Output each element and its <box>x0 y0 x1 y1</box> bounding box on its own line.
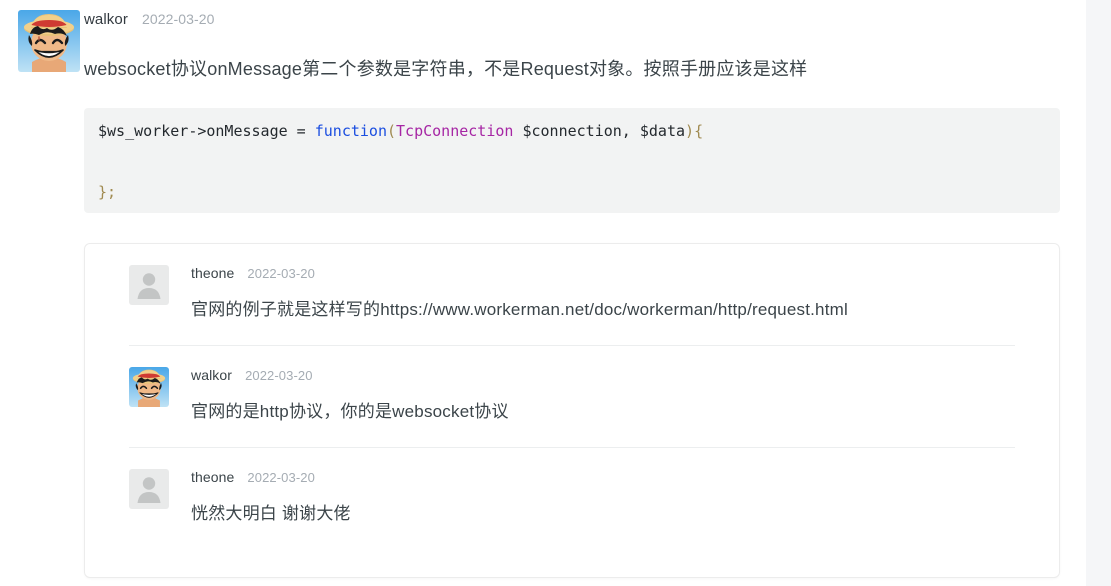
comment-body-text: 官网的是http协议，你的是websocket协议 <box>191 402 509 421</box>
comment-body-text: 官网的例子就是这样写的https://www.workerman.net/doc… <box>191 300 848 319</box>
comment-header: theone 2022-03-20 <box>191 265 1015 284</box>
luffy-avatar-icon[interactable] <box>18 10 80 72</box>
comment-item: walkor 2022-03-20 官网的是http协议，你的是websocke… <box>129 345 1015 447</box>
code-token-arrow: -> <box>188 122 207 140</box>
luffy-avatar-icon[interactable] <box>129 367 169 407</box>
code-line-1: $ws_worker->onMessage = function(TcpConn… <box>98 121 1046 142</box>
comment-item: theone 2022-03-20 官网的例子就是这样写的https://www… <box>129 244 1015 345</box>
comment-date: 2022-03-20 <box>247 266 315 281</box>
code-token-open-brace: { <box>694 122 704 140</box>
default-user-avatar-icon[interactable] <box>129 265 169 305</box>
code-block[interactable]: $ws_worker->onMessage = function(TcpConn… <box>84 108 1060 213</box>
post-date: 2022-03-20 <box>141 11 215 27</box>
code-token-type: TcpConnection <box>396 122 514 140</box>
code-token-method: onMessage <box>206 122 288 140</box>
default-user-avatar-icon[interactable] <box>129 469 169 509</box>
comments-card: theone 2022-03-20 官网的例子就是这样写的https://www… <box>84 243 1060 578</box>
post-author[interactable]: walkor <box>84 11 128 28</box>
code-token-keyword: function <box>314 122 387 140</box>
comment-author[interactable]: theone <box>191 265 234 281</box>
comment-header: theone 2022-03-20 <box>191 469 1015 488</box>
code-line-close: }; <box>98 183 117 201</box>
comment-date: 2022-03-20 <box>245 368 313 383</box>
comment-date: 2022-03-20 <box>247 470 315 485</box>
comment-item: theone 2022-03-20 恍然大明白 谢谢大佬 <box>129 447 1015 549</box>
code-token-variable: $ws_worker <box>98 122 189 140</box>
post-header: walkor 2022-03-20 <box>84 11 215 28</box>
page-gutter <box>1086 0 1111 586</box>
code-token-assign: = <box>287 122 315 140</box>
code-token-open-paren: ( <box>387 122 397 140</box>
code-token-args: $connection, $data <box>513 122 686 140</box>
code-token-close-paren: ) <box>685 122 695 140</box>
comment-header: walkor 2022-03-20 <box>191 367 1015 386</box>
comment-author[interactable]: walkor <box>191 367 232 383</box>
comment-body-text: 恍然大明白 谢谢大佬 <box>191 504 351 523</box>
comment-author[interactable]: theone <box>191 469 234 485</box>
post-body-text: websocket协议onMessage第二个参数是字符串，不是Request对… <box>84 59 808 79</box>
page-content: walkor 2022-03-20 websocket协议onMessage第二… <box>0 0 1086 586</box>
